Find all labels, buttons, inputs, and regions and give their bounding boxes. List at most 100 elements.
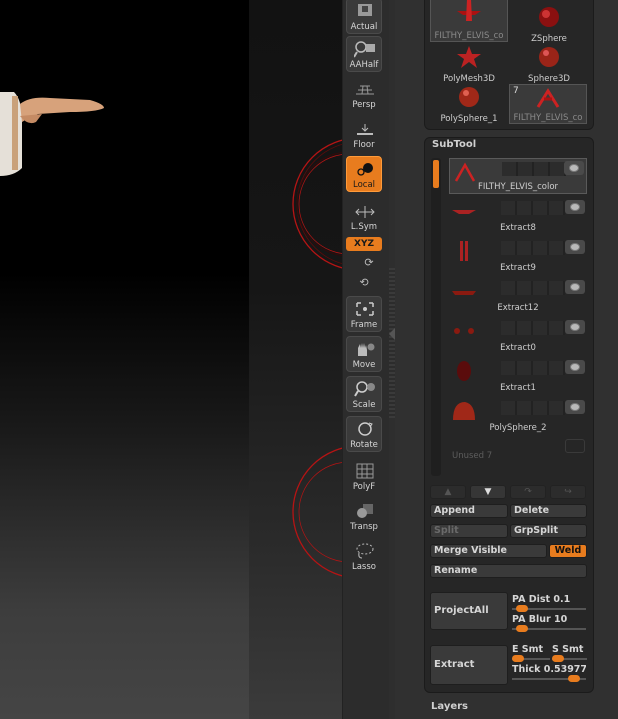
tool-thumb-filthy-elvis[interactable]: FILTHY_ELVIS_co bbox=[430, 0, 508, 42]
local-icon bbox=[357, 163, 373, 176]
transp-label: Transp bbox=[350, 522, 378, 532]
filthy-elvis-thumbnail-icon bbox=[457, 0, 481, 21]
left-tool-dock: Actual AAHalf Persp Floor Local L.Sym Fr… bbox=[342, 0, 389, 719]
move-button[interactable]: Move bbox=[346, 336, 382, 372]
rotate-button[interactable]: Rotate bbox=[346, 416, 382, 452]
move-up-button[interactable]: ▲ bbox=[430, 485, 466, 499]
frame-label: Frame bbox=[350, 320, 378, 330]
rotate-label: Rotate bbox=[350, 440, 378, 450]
visibility-eye-icon[interactable] bbox=[565, 240, 585, 254]
scale-label: Scale bbox=[352, 400, 376, 410]
redo-arrow-button[interactable]: ↪ bbox=[550, 485, 586, 499]
subtool-item-polysphere-2[interactable]: PolySphere_2 bbox=[449, 398, 587, 434]
visibility-eye-icon[interactable] bbox=[565, 200, 585, 214]
sphere3d-thumbnail-icon bbox=[539, 47, 559, 67]
weld-toggle[interactable]: Weld bbox=[549, 544, 587, 558]
subtool-scrollbar[interactable] bbox=[431, 158, 441, 476]
s-smt-label: S Smt bbox=[552, 644, 584, 655]
rotate-z-icon[interactable]: ⟳ bbox=[362, 256, 376, 270]
frame-icon bbox=[356, 302, 374, 316]
pa-dist-slider[interactable]: PA Dist 0.1 bbox=[512, 594, 586, 614]
e-smt-label: E Smt bbox=[512, 644, 544, 655]
tool-thumb-polysphere-1[interactable]: PolySphere_1 bbox=[430, 84, 508, 124]
subtool-slots bbox=[501, 321, 565, 335]
transpose-gizmo-graphic bbox=[292, 139, 342, 577]
merge-visible-button[interactable]: Merge Visible bbox=[430, 544, 547, 558]
arrow-down-icon: ▼ bbox=[484, 487, 492, 497]
slider-knob[interactable] bbox=[568, 675, 580, 682]
visibility-eye-icon[interactable] bbox=[565, 360, 585, 374]
extract-button[interactable]: Extract bbox=[430, 645, 508, 685]
tool-thumb-label: FILTHY_ELVIS_co bbox=[434, 31, 504, 41]
subtool-slots bbox=[502, 162, 566, 176]
layers-title[interactable]: Layers bbox=[431, 701, 468, 712]
move-down-button[interactable]: ▼ bbox=[470, 485, 506, 499]
subtool-title[interactable]: SubTool bbox=[432, 139, 476, 150]
subtool-scroll-thumb[interactable] bbox=[433, 160, 439, 188]
e-smt-slider[interactable]: E Smt bbox=[512, 644, 550, 664]
subtool-item-filthy-elvis-color[interactable]: FILTHY_ELVIS_color bbox=[449, 158, 587, 194]
pa-blur-slider[interactable]: PA Blur 10 bbox=[512, 614, 586, 634]
tool-thumb-polymesh3d[interactable]: PolyMesh3D bbox=[430, 44, 508, 84]
slider-knob[interactable] bbox=[512, 655, 524, 662]
slider-knob[interactable] bbox=[552, 655, 564, 662]
tool-thumb-filthy-elvis-active[interactable]: 7 FILTHY_ELVIS_co bbox=[509, 84, 587, 124]
subtool-item-extract8[interactable]: Extract8 bbox=[449, 198, 587, 234]
arrow-up-icon: ▲ bbox=[444, 487, 452, 497]
projectall-button[interactable]: ProjectAll bbox=[430, 592, 508, 630]
subtool-item-extract12[interactable]: Extract12 bbox=[449, 278, 587, 314]
floor-icon bbox=[357, 124, 373, 135]
pa-blur-label: PA Blur 10 bbox=[512, 614, 568, 625]
subtool-item-label: Extract0 bbox=[500, 343, 536, 353]
grpsplit-button[interactable]: GrpSplit bbox=[510, 524, 587, 538]
tool-thumb-label: Sphere3D bbox=[528, 74, 570, 84]
local-label: Local bbox=[352, 180, 376, 190]
transp-button[interactable]: Transp bbox=[346, 498, 382, 534]
subtool-item-extract0[interactable]: Extract0 bbox=[449, 318, 587, 354]
delete-button[interactable]: Delete bbox=[510, 504, 587, 518]
tool-thumb-zsphere[interactable]: ZSphere bbox=[510, 4, 588, 44]
xyz-label: XYZ bbox=[354, 239, 374, 249]
xyz-symmetry-button[interactable]: XYZ bbox=[346, 237, 382, 251]
s-smt-slider[interactable]: S Smt bbox=[552, 644, 587, 664]
visibility-eye-icon[interactable] bbox=[565, 400, 585, 414]
empty-eye-slot bbox=[565, 439, 585, 453]
slider-knob[interactable] bbox=[516, 625, 528, 632]
actual-label: Actual bbox=[350, 22, 378, 32]
append-button[interactable]: Append bbox=[430, 504, 508, 518]
extract8-thumbnail-icon bbox=[452, 210, 476, 214]
lasso-button[interactable]: Lasso bbox=[346, 538, 382, 574]
subtool-item-label: Extract12 bbox=[497, 303, 539, 313]
slider-knob[interactable] bbox=[516, 605, 528, 612]
floor-button[interactable]: Floor bbox=[346, 116, 382, 152]
extract1-thumbnail-icon bbox=[457, 361, 471, 381]
aahalf-icon bbox=[354, 41, 375, 58]
lsym-button[interactable]: L.Sym bbox=[346, 198, 382, 234]
visibility-eye-icon[interactable] bbox=[565, 280, 585, 294]
lsym-icon bbox=[355, 206, 375, 218]
extract9-thumbnail-icon bbox=[460, 241, 468, 261]
rename-button[interactable]: Rename bbox=[430, 564, 587, 578]
local-button[interactable]: Local bbox=[346, 156, 382, 192]
canvas-viewport[interactable] bbox=[0, 0, 249, 719]
tool-thumb-label: PolySphere_1 bbox=[440, 114, 498, 124]
aahalf-button[interactable]: AAHalf bbox=[346, 36, 382, 72]
split-button[interactable]: Split bbox=[430, 524, 508, 538]
polyf-label: PolyF bbox=[352, 482, 376, 492]
scale-button[interactable]: Scale bbox=[346, 376, 382, 412]
aahalf-label: AAHalf bbox=[349, 60, 379, 70]
rotate-y-icon[interactable]: ⟲ bbox=[357, 276, 371, 290]
undo-arrow-button[interactable]: ↷ bbox=[510, 485, 546, 499]
subtool-item-extract9[interactable]: Extract9 bbox=[449, 238, 587, 274]
tool-thumb-sphere3d[interactable]: Sphere3D bbox=[510, 44, 588, 84]
model-arm-view bbox=[0, 92, 104, 176]
visibility-eye-icon[interactable] bbox=[565, 320, 585, 334]
polyf-button[interactable]: PolyF bbox=[346, 458, 382, 494]
subtool-item-extract1[interactable]: Extract1 bbox=[449, 358, 587, 394]
frame-button[interactable]: Frame bbox=[346, 296, 382, 332]
actual-button[interactable]: Actual bbox=[346, 0, 382, 34]
persp-button[interactable]: Persp bbox=[346, 76, 382, 112]
move-label: Move bbox=[352, 360, 376, 370]
visibility-eye-icon[interactable] bbox=[564, 161, 584, 175]
thick-slider[interactable]: Thick 0.53977 bbox=[512, 664, 586, 684]
